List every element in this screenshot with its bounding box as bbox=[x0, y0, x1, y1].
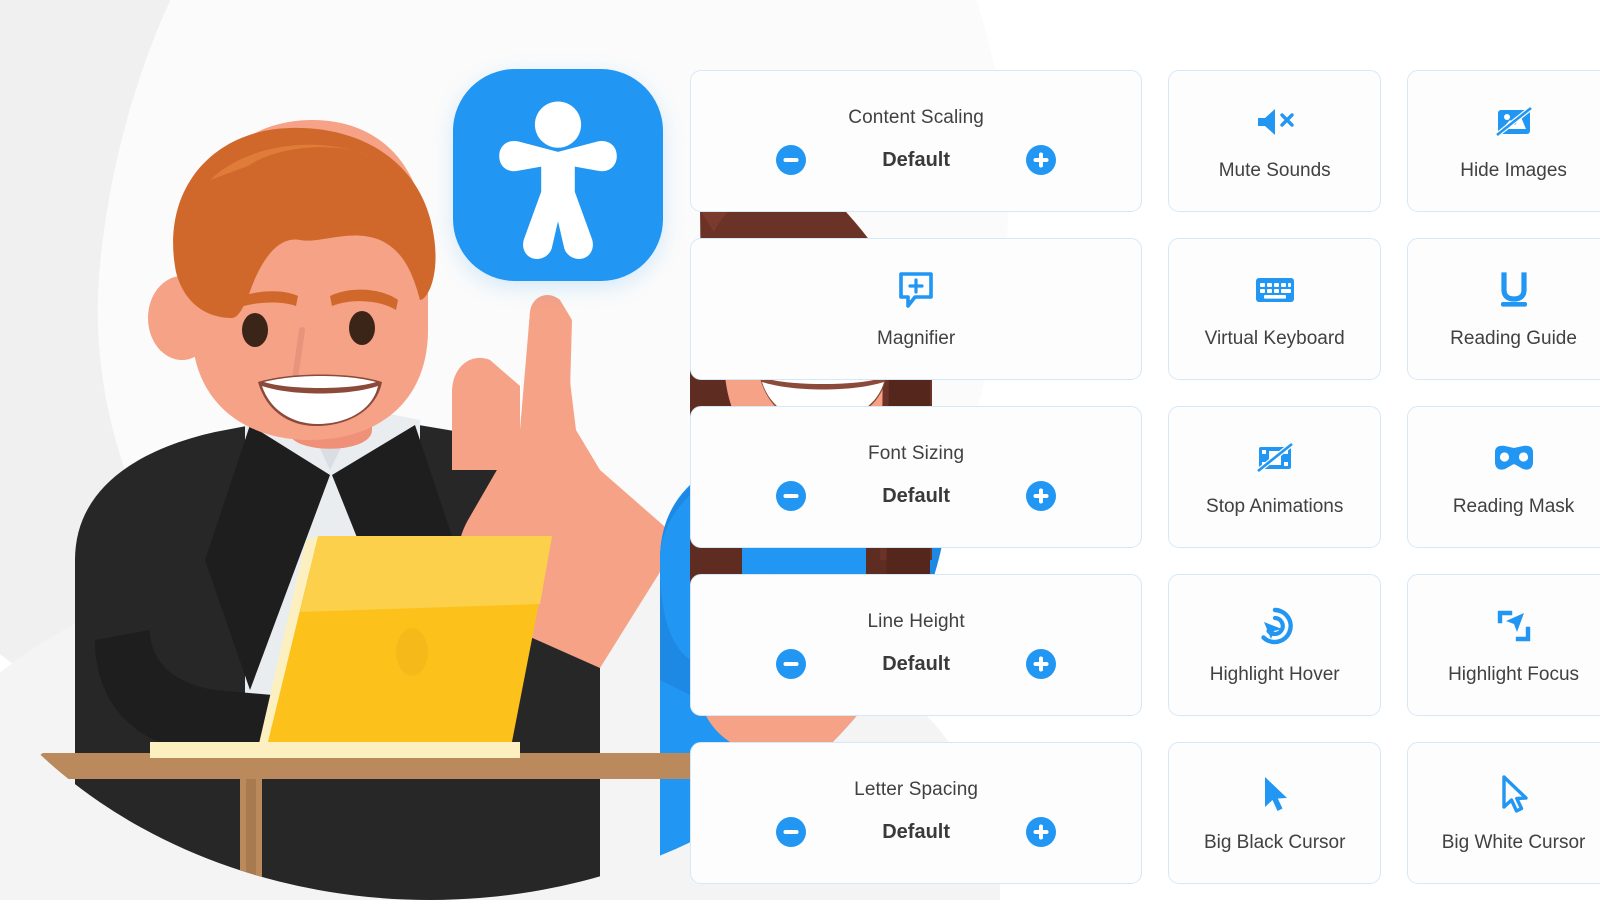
font-sizing-stepper: Default bbox=[776, 481, 1057, 511]
magnifier-label: Magnifier bbox=[877, 328, 956, 349]
grid-row-5: Letter Spacing Default Big Black Cursor bbox=[690, 742, 1600, 884]
card-highlight-focus[interactable]: Highlight Focus bbox=[1407, 574, 1600, 716]
reading-mask-label: Reading Mask bbox=[1452, 496, 1575, 517]
accessibility-panel-screen: Content Scaling Default Mute Sounds Hide… bbox=[0, 0, 1600, 900]
letter-spacing-value: Default bbox=[882, 820, 951, 843]
virtual-keyboard-label: Virtual Keyboard bbox=[1204, 328, 1345, 349]
line-height-value: Default bbox=[882, 652, 951, 675]
card-reading-mask[interactable]: Reading Mask bbox=[1407, 406, 1600, 548]
content-scaling-title: Content Scaling bbox=[848, 107, 984, 128]
grid-row-2: Magnifier Virtual Keyboard Reading Guide bbox=[690, 238, 1600, 380]
reading-guide-label: Reading Guide bbox=[1450, 328, 1577, 349]
font-sizing-increase-button[interactable] bbox=[1026, 481, 1057, 511]
card-virtual-keyboard[interactable]: Virtual Keyboard bbox=[1168, 238, 1382, 380]
content-scaling-value: Default bbox=[882, 148, 951, 171]
hide-images-label: Hide Images bbox=[1460, 160, 1567, 181]
accessibility-person-icon bbox=[499, 101, 617, 259]
content-scaling-stepper: Default bbox=[776, 145, 1057, 175]
card-content-scaling[interactable]: Content Scaling Default bbox=[690, 70, 1143, 212]
line-height-increase-button[interactable] bbox=[1026, 649, 1057, 679]
grid-row-3: Font Sizing Default Stop Animations Read… bbox=[690, 406, 1600, 548]
focus-frame-cursor-icon bbox=[1494, 604, 1534, 648]
line-height-title: Line Height bbox=[867, 611, 965, 632]
grid-row-4: Line Height Default Highlight Hover High… bbox=[690, 574, 1600, 716]
font-sizing-value: Default bbox=[882, 484, 951, 507]
big-black-cursor-label: Big Black Cursor bbox=[1203, 832, 1346, 853]
film-off-icon bbox=[1255, 436, 1295, 480]
card-hide-images[interactable]: Hide Images bbox=[1407, 70, 1600, 212]
image-off-icon bbox=[1494, 100, 1534, 144]
card-magnifier[interactable]: Magnifier bbox=[690, 238, 1143, 380]
accessibility-options-grid: Content Scaling Default Mute Sounds Hide… bbox=[690, 70, 1600, 900]
cursor-outline-icon bbox=[1498, 772, 1530, 816]
highlight-hover-label: Highlight Hover bbox=[1209, 664, 1340, 685]
card-reading-guide[interactable]: Reading Guide bbox=[1407, 238, 1600, 380]
letter-spacing-decrease-button[interactable] bbox=[776, 817, 807, 847]
card-big-white-cursor[interactable]: Big White Cursor bbox=[1407, 742, 1600, 884]
letter-spacing-increase-button[interactable] bbox=[1026, 817, 1057, 847]
stop-animations-label: Stop Animations bbox=[1206, 496, 1344, 517]
content-scaling-decrease-button[interactable] bbox=[776, 145, 807, 175]
content-scaling-increase-button[interactable] bbox=[1026, 145, 1057, 175]
underlined-u-icon bbox=[1494, 268, 1534, 312]
line-height-stepper: Default bbox=[776, 649, 1057, 679]
cursor-target-icon bbox=[1255, 604, 1295, 648]
grid-row-1: Content Scaling Default Mute Sounds Hide… bbox=[690, 70, 1600, 212]
card-big-black-cursor[interactable]: Big Black Cursor bbox=[1168, 742, 1382, 884]
keyboard-icon bbox=[1254, 268, 1296, 312]
card-line-height[interactable]: Line Height Default bbox=[690, 574, 1143, 716]
card-letter-spacing[interactable]: Letter Spacing Default bbox=[690, 742, 1143, 884]
card-mute-sounds[interactable]: Mute Sounds bbox=[1168, 70, 1382, 212]
speaker-mute-icon bbox=[1254, 100, 1296, 144]
big-white-cursor-label: Big White Cursor bbox=[1441, 832, 1586, 853]
card-highlight-hover[interactable]: Highlight Hover bbox=[1168, 574, 1382, 716]
mask-icon bbox=[1491, 436, 1537, 480]
card-font-sizing[interactable]: Font Sizing Default bbox=[690, 406, 1143, 548]
magnifier-plus-bubble-icon bbox=[894, 268, 938, 312]
font-sizing-decrease-button[interactable] bbox=[776, 481, 807, 511]
line-height-decrease-button[interactable] bbox=[776, 649, 807, 679]
letter-spacing-stepper: Default bbox=[776, 817, 1057, 847]
letter-spacing-title: Letter Spacing bbox=[854, 779, 979, 800]
cursor-filled-icon bbox=[1259, 772, 1291, 816]
highlight-focus-label: Highlight Focus bbox=[1448, 664, 1580, 685]
mute-sounds-label: Mute Sounds bbox=[1218, 160, 1331, 181]
accessibility-logo[interactable] bbox=[453, 69, 663, 281]
card-stop-animations[interactable]: Stop Animations bbox=[1168, 406, 1382, 548]
font-sizing-title: Font Sizing bbox=[868, 443, 965, 464]
